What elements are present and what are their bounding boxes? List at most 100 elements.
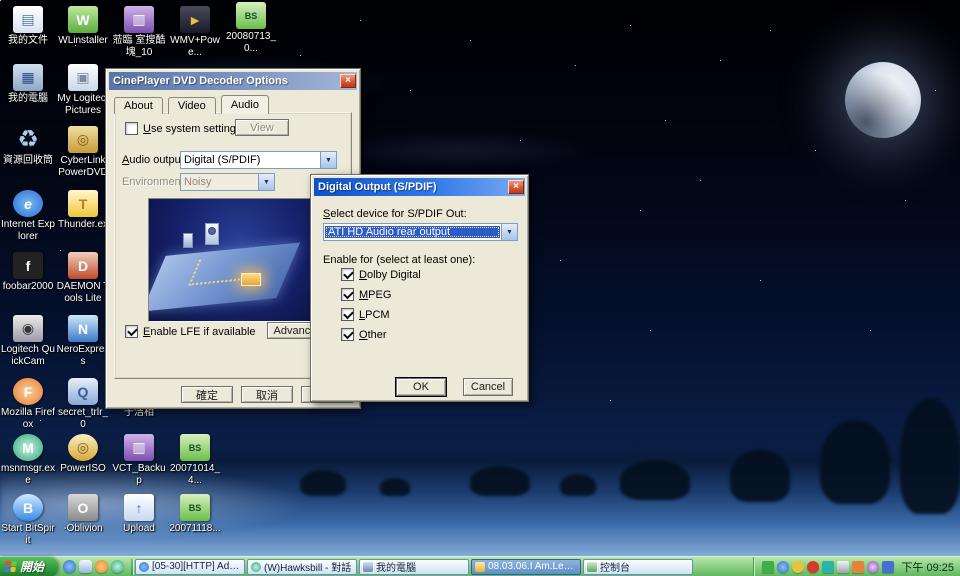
chevron-down-icon: ▼ bbox=[258, 174, 274, 190]
task-i-am-legend[interactable]: 08.03.06.I Am.Legend... bbox=[471, 559, 581, 575]
checkbox-box[interactable] bbox=[341, 268, 354, 281]
desktop-icon-logitech-pictures[interactable]: ▣ My Logitec. Pictures bbox=[56, 64, 110, 116]
desktop-icon-recycle-bin[interactable]: ♻ 資源回收筒 bbox=[1, 126, 55, 167]
taskbar-clock[interactable]: 下午 09:25 bbox=[897, 559, 954, 575]
ok-button[interactable]: 確定 bbox=[181, 386, 233, 403]
enable-lfe-checkbox[interactable]: Enable LFE if available bbox=[125, 325, 256, 338]
desktop-icon-oblivion[interactable]: O -Oblivion bbox=[56, 494, 110, 535]
audio-output-select[interactable]: Digital (S/PDIF) ▼ bbox=[180, 151, 337, 169]
desktop-icon-quickcam[interactable]: ◉ Logitech QuickCam bbox=[1, 315, 55, 367]
mpeg-checkbox[interactable]: MPEG bbox=[341, 288, 391, 301]
desktop-icon-my-computer[interactable]: ▦ 我的電腦 bbox=[1, 64, 55, 105]
messenger-tray-icon[interactable] bbox=[822, 561, 834, 573]
speaker-graphic bbox=[205, 223, 219, 245]
desktop-icon-20080713[interactable]: BS 20080713_0... bbox=[224, 2, 278, 54]
upload-icon: ↑ bbox=[124, 494, 154, 521]
desktop-icon-archive[interactable]: ▥ 蒞臨 室搜酷塊_10 bbox=[112, 6, 166, 58]
desktop-icon-bitspirit[interactable]: B Start BitSpirit bbox=[1, 494, 55, 546]
checkbox-box[interactable] bbox=[125, 122, 138, 135]
desktop-icon-powerdvd[interactable]: ◎ CyberLink PowerDVD bbox=[56, 126, 110, 178]
desktop-icon-poweriso[interactable]: ◎ PowerISO bbox=[56, 434, 110, 475]
messenger-quicklaunch-icon[interactable] bbox=[111, 560, 124, 573]
icon-label: 20071014_4... bbox=[168, 463, 222, 486]
icon-label: Logitech QuickCam bbox=[1, 344, 55, 367]
enable-for-label: Enable for (select at least one): bbox=[323, 254, 475, 266]
tab-about[interactable]: About bbox=[114, 97, 163, 114]
use-system-settings-checkbox[interactable]: Use system settings bbox=[125, 122, 241, 135]
desktop-icon-thunder[interactable]: T Thunder.ex bbox=[56, 190, 110, 231]
checkbox-box[interactable] bbox=[341, 328, 354, 341]
cancel-button[interactable]: Cancel bbox=[463, 378, 513, 396]
desktop-icon-wmv[interactable]: ► WMV+Powe... bbox=[168, 6, 222, 58]
close-icon[interactable]: × bbox=[340, 74, 356, 88]
other-checkbox[interactable]: Other bbox=[341, 328, 387, 341]
desktop-icon-neroexpress[interactable]: N NeroExpress bbox=[56, 315, 110, 367]
monitor-graphic bbox=[183, 233, 193, 248]
desktop-icon-wlinstaller[interactable]: W WLinstaller bbox=[56, 6, 110, 47]
tree-silhouette bbox=[900, 398, 960, 514]
dialog-titlebar[interactable]: CinePlayer DVD Decoder Options × bbox=[109, 72, 357, 90]
desktop-icon-vct-backup[interactable]: ▥ VCT_Backup bbox=[112, 434, 166, 486]
network-tray-icon[interactable] bbox=[777, 561, 789, 573]
desktop-icon-firefox[interactable]: F Mozilla Firefox bbox=[1, 378, 55, 430]
tree-silhouette bbox=[380, 478, 410, 496]
view-button: View bbox=[235, 119, 289, 136]
task-control-panel[interactable]: 控制台 bbox=[583, 559, 693, 575]
checkbox-label: Enable LFE if available bbox=[143, 326, 256, 338]
ime-tray-icon[interactable] bbox=[882, 561, 894, 573]
desktop: ▤ 我的文件 W WLinstaller ▥ 蒞臨 室搜酷塊_10 ► WMV+… bbox=[0, 0, 960, 576]
installer-icon: W bbox=[68, 6, 98, 33]
icon-label: Thunder.ex bbox=[56, 219, 110, 231]
checkbox-label: MPEG bbox=[359, 289, 391, 301]
icon-label: foobar2000 bbox=[1, 281, 55, 293]
icon-label: PowerISO bbox=[56, 463, 110, 475]
update-tray-icon[interactable] bbox=[807, 561, 819, 573]
checkbox-label: Other bbox=[359, 329, 387, 341]
environment-value: Noisy bbox=[181, 176, 258, 188]
desktop-icon-20071014[interactable]: BS 20071014_4... bbox=[168, 434, 222, 486]
display-tray-icon[interactable] bbox=[867, 561, 879, 573]
media-player-icon[interactable] bbox=[95, 560, 108, 573]
cancel-button[interactable]: 取消 bbox=[241, 386, 293, 403]
audio-output-value: Digital (S/PDIF) bbox=[181, 154, 320, 166]
oblivion-icon: O bbox=[68, 494, 98, 521]
desktop-icon-20071118[interactable]: BS 20071118... bbox=[168, 494, 222, 535]
ie-quicklaunch-icon[interactable] bbox=[63, 560, 76, 573]
checkbox-box[interactable] bbox=[341, 308, 354, 321]
spdif-output-dialog: Digital Output (S/PDIF) × Select device … bbox=[310, 174, 529, 402]
tab-video[interactable]: Video bbox=[168, 97, 216, 114]
desktop-icon-daemon-tools[interactable]: D DAEMON Tools Lite bbox=[56, 252, 110, 304]
desktop-icon-internet-explorer[interactable]: e Internet Explorer bbox=[1, 190, 55, 242]
checkbox-box[interactable] bbox=[341, 288, 354, 301]
desktop-icon-msn-messenger[interactable]: M msnmsgr.exe bbox=[1, 434, 55, 486]
dialog-title: Digital Output (S/PDIF) bbox=[318, 181, 437, 193]
icon-label: CyberLink PowerDVD bbox=[56, 155, 110, 178]
daemon-tray-icon[interactable] bbox=[792, 561, 804, 573]
desktop-icon-secret-trlr[interactable]: Q secret_trlr_0 bbox=[56, 378, 110, 430]
poweriso-icon: ◎ bbox=[68, 434, 98, 461]
task-my-computer[interactable]: 我的電腦 bbox=[359, 559, 469, 575]
ok-button[interactable]: OK bbox=[396, 378, 446, 396]
chevron-down-icon[interactable]: ▼ bbox=[320, 152, 336, 168]
spdif-device-select[interactable]: ATI HD Audio rear output ▼ bbox=[323, 223, 518, 241]
desktop-icon-foobar2000[interactable]: f foobar2000 bbox=[1, 252, 55, 293]
desktop-icon-upload[interactable]: ↑ Upload bbox=[112, 494, 166, 535]
task-buttons: [05-30][HTTP] Adobe... (W)Hawksbill - 對話… bbox=[135, 559, 693, 575]
volume-tray-icon[interactable] bbox=[837, 561, 849, 573]
desktop-icon-my-documents[interactable]: ▤ 我的文件 bbox=[1, 6, 55, 47]
chevron-down-icon[interactable]: ▼ bbox=[501, 224, 517, 240]
lpcm-checkbox[interactable]: LPCM bbox=[341, 308, 390, 321]
checkbox-box[interactable] bbox=[125, 325, 138, 338]
power-tray-icon[interactable] bbox=[852, 561, 864, 573]
dialog-titlebar[interactable]: Digital Output (S/PDIF) × bbox=[314, 178, 525, 196]
start-button[interactable]: 開始 bbox=[0, 557, 58, 576]
task-hawksbill-chat[interactable]: (W)Hawksbill - 對話 bbox=[247, 559, 357, 575]
pictures-folder-icon: ▣ bbox=[68, 64, 98, 91]
environment-select: Noisy ▼ bbox=[180, 173, 275, 191]
show-desktop-icon[interactable] bbox=[79, 560, 92, 573]
tab-audio[interactable]: Audio bbox=[221, 95, 269, 114]
close-icon[interactable]: × bbox=[508, 180, 524, 194]
dolby-digital-checkbox[interactable]: Dolby Digital bbox=[341, 268, 421, 281]
antivirus-tray-icon[interactable] bbox=[762, 561, 774, 573]
task-adobe-download[interactable]: [05-30][HTTP] Adobe... bbox=[135, 559, 245, 575]
